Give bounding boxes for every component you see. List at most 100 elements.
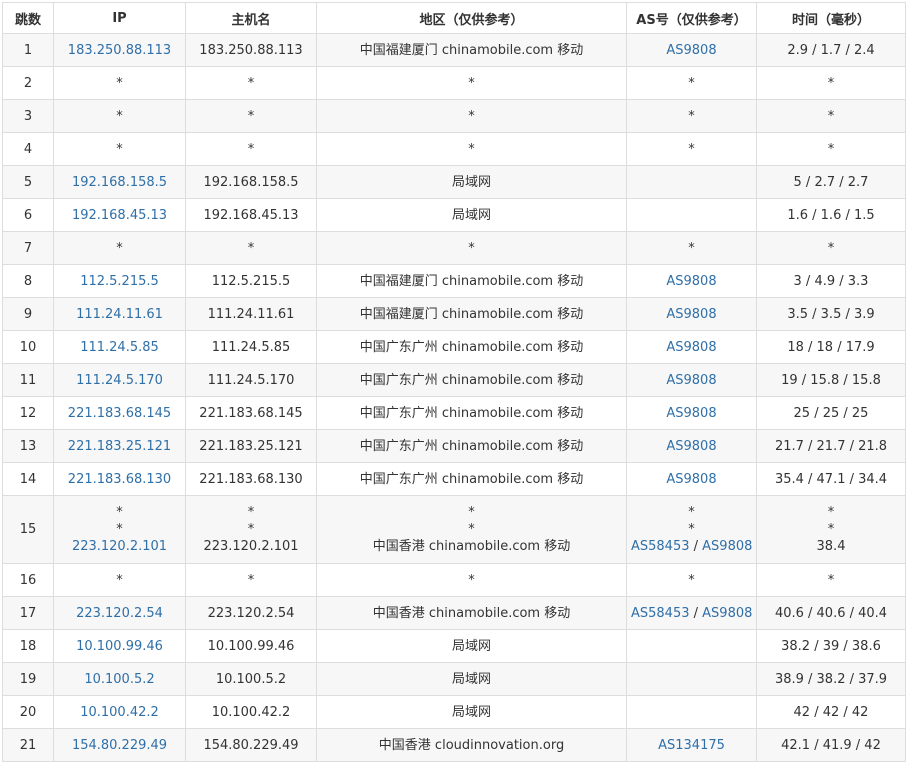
region-text: 中国香港 chinamobile.com 移动 [372,539,571,554]
as-link[interactable]: AS58453 [631,539,690,554]
cell-hostname: * [185,99,317,133]
as-link[interactable]: AS9808 [702,606,752,621]
cell-line: * [58,521,181,538]
ip-link[interactable]: 221.183.68.130 [68,472,171,487]
cell-hop: 16 [2,563,54,597]
as-link[interactable]: AS9808 [666,43,716,58]
ip-link[interactable]: 111.24.5.170 [76,373,163,388]
time-text: 2.9 / 1.7 / 2.4 [787,42,875,58]
cell-time: 2.9 / 1.7 / 2.4 [756,33,906,67]
as-link[interactable]: AS9808 [666,406,716,421]
hop-number: 18 [19,638,37,654]
cell-ip: 221.183.25.121 [53,429,186,463]
ip-link[interactable]: 192.168.45.13 [72,208,167,223]
cell-region: * [316,66,627,100]
as-link[interactable]: AS134175 [658,738,725,753]
cell-region: * [316,132,627,166]
cell-as: AS9808 [626,363,757,397]
cell-region: 中国福建厦门 chinamobile.com 移动 [316,33,627,67]
cell-region: 中国广东广州 chinamobile.com 移动 [316,462,627,496]
ip-link[interactable]: 223.120.2.54 [76,606,163,621]
as-link[interactable]: AS9808 [666,439,716,454]
region-text: * [468,572,475,588]
ip-link[interactable]: 221.183.25.121 [68,439,171,454]
cell-hostname: 183.250.88.113 [185,33,317,67]
ip-link[interactable]: 111.24.5.85 [80,340,159,355]
table-row: 13 221.183.25.121 221.183.25.121 中国广东广州 chi… [2,429,906,463]
host-text: 223.120.2.101 [203,539,299,554]
cell-hop: 13 [2,429,54,463]
table-row: 18 10.100.99.46 10.100.99.46 局域网 38.2 / 39 /… [2,629,906,663]
as-link[interactable]: AS58453 [631,606,690,621]
ip-link[interactable]: 10.100.42.2 [80,705,159,720]
cell-hostname: 10.100.99.46 [185,629,317,663]
cell-hostname: * [185,66,317,100]
as-link[interactable]: AS9808 [666,274,716,289]
cell-as: AS134175 [626,728,757,762]
ip-link[interactable]: 223.120.2.101 [72,539,167,554]
as-text: * [688,141,695,157]
cell-line: AS134175 [658,738,725,753]
time-text: 38.2 / 39 / 38.6 [781,638,881,654]
cell-hostname: * [185,563,317,597]
ip-link[interactable]: 111.24.11.61 [76,307,163,322]
cell-ip: 111.24.11.61 [53,297,186,331]
time-text: * [827,108,835,124]
cell-hop: 9 [2,297,54,331]
cell-line: * [190,504,312,521]
cell-hostname: 112.5.215.5 [185,264,317,298]
ip-text: * [116,522,123,537]
cell-hostname: 111.24.5.170 [185,363,317,397]
ip-link[interactable]: 221.183.68.145 [68,406,171,421]
region-text: * [468,522,475,537]
cell-as: * [626,563,757,597]
ip-link[interactable]: 10.100.99.46 [76,639,163,654]
cell-ip: 192.168.45.13 [53,198,186,232]
host-text: * [247,240,255,256]
cell-hop: 4 [2,132,54,166]
cell-ip: * * 223.120.2.101 [53,495,186,564]
cell-as: AS58453 / AS9808 [626,596,757,630]
region-text: 局域网 [451,174,491,190]
ip-text: * [116,108,123,124]
time-text: * [827,522,835,537]
as-link[interactable]: AS9808 [666,373,716,388]
cell-ip: * [53,132,186,166]
cell-region: 局域网 [316,629,627,663]
time-text: 42 / 42 / 42 [793,704,869,720]
cell-hostname: 221.183.68.145 [185,396,317,430]
cell-time: 21.7 / 21.7 / 21.8 [756,429,906,463]
as-link[interactable]: AS9808 [666,307,716,322]
hop-number: 6 [23,207,33,223]
time-text: * [827,572,835,588]
cell-hostname: 221.183.68.130 [185,462,317,496]
ip-link[interactable]: 10.100.5.2 [84,672,154,687]
ip-link[interactable]: 154.80.229.49 [72,738,167,753]
cell-ip: 221.183.68.130 [53,462,186,496]
cell-line: AS9808 [666,406,716,421]
cell-time: 42 / 42 / 42 [756,695,906,729]
ip-link[interactable]: 183.250.88.113 [68,43,171,58]
header-as: AS号（仅供参考） [626,2,757,34]
cell-line: * [58,504,181,521]
ip-link[interactable]: 192.168.158.5 [72,175,167,190]
cell-time: * * 38.4 [756,495,906,564]
hop-number: 4 [23,141,33,157]
host-text: 192.168.158.5 [203,174,299,190]
traceroute-table: 跳数 IP 主机名 地区（仅供参考） AS号（仅供参考） 时间（毫秒） 1 183… [2,2,906,762]
table-row: 3 * * * * * [2,99,906,133]
as-link[interactable]: AS9808 [666,340,716,355]
as-link[interactable]: AS9808 [666,472,716,487]
host-text: 10.100.42.2 [211,704,291,720]
cell-hostname: 223.120.2.54 [185,596,317,630]
cell-time: 18 / 18 / 17.9 [756,330,906,364]
cell-ip: * [53,66,186,100]
table-row: 10 111.24.5.85 111.24.5.85 中国广东广州 chinamobi… [2,330,906,364]
cell-time: * [756,99,906,133]
region-text: 局域网 [451,671,491,687]
as-link[interactable]: AS9808 [702,539,752,554]
cell-ip: 10.100.42.2 [53,695,186,729]
cell-ip: 10.100.99.46 [53,629,186,663]
cell-time: 3.5 / 3.5 / 3.9 [756,297,906,331]
ip-link[interactable]: 112.5.215.5 [80,274,159,289]
